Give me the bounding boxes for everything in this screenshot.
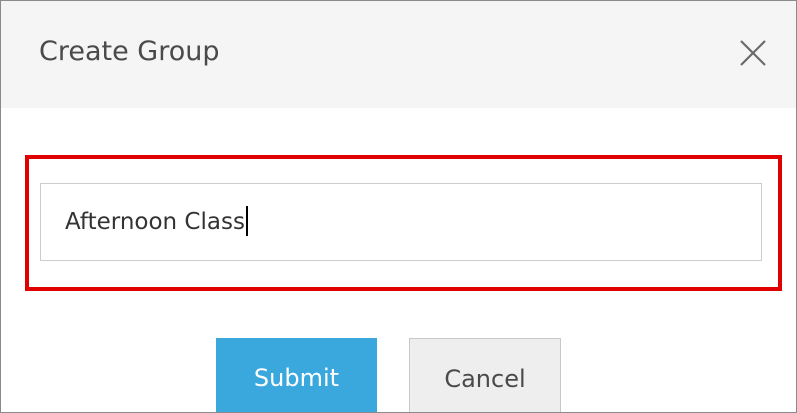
dialog-title: Create Group: [39, 36, 220, 67]
submit-button[interactable]: Submit: [216, 338, 377, 412]
cancel-button-label: Cancel: [444, 365, 526, 393]
group-name-value: Afternoon Class: [65, 205, 248, 238]
dialog-header: Create Group: [1, 1, 796, 108]
group-name-input[interactable]: Afternoon Class: [40, 183, 762, 261]
text-caret: [245, 205, 248, 236]
cancel-button[interactable]: Cancel: [409, 338, 561, 412]
close-x-icon: [740, 40, 766, 66]
create-group-dialog: Create Group Afternoon Class Submit Canc…: [0, 0, 797, 413]
close-button[interactable]: [734, 34, 772, 72]
submit-button-label: Submit: [253, 364, 340, 392]
